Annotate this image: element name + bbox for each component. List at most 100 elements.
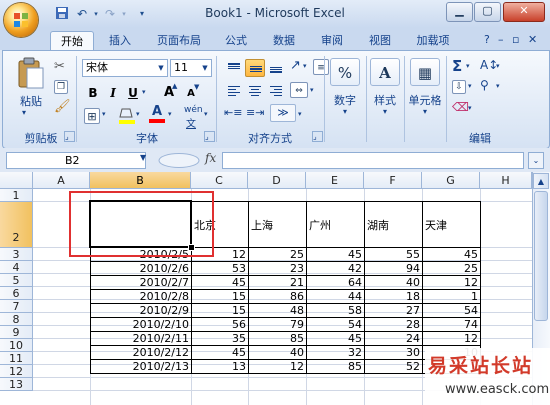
value-cell[interactable]: 58 <box>306 303 365 318</box>
orientation-icon[interactable]: ↗ <box>290 58 301 73</box>
orientation-dropdown-icon[interactable]: ▾ <box>303 62 307 70</box>
underline-button[interactable]: U <box>124 84 142 102</box>
align-right-button[interactable] <box>266 82 286 100</box>
paste-dropdown-icon[interactable]: ▾ <box>22 108 26 117</box>
workbook-close-icon[interactable]: ✕ <box>528 33 537 46</box>
value-cell[interactable]: 23 <box>248 261 307 276</box>
align-bottom-button[interactable] <box>266 59 286 77</box>
clear-icon[interactable]: ⌫ <box>452 100 469 114</box>
value-cell[interactable]: 32 <box>306 345 365 360</box>
row-header-9[interactable]: 9 <box>0 326 33 339</box>
text-direction-icon[interactable]: ≫ <box>270 104 296 122</box>
column-header-d[interactable]: D <box>248 172 306 189</box>
decrease-indent-icon[interactable]: ⇤≡ <box>224 106 242 119</box>
cells-button-label[interactable]: 单元格 <box>404 92 446 108</box>
select-all-corner[interactable] <box>0 172 33 189</box>
text-direction-dropdown-icon[interactable]: ▾ <box>298 110 302 118</box>
scroll-up-icon[interactable]: ▲ <box>533 173 549 189</box>
value-cell[interactable]: 64 <box>306 275 365 290</box>
date-cell[interactable]: 2010/2/6 <box>90 261 192 276</box>
date-cell[interactable]: 2010/2/10 <box>90 317 192 332</box>
find-select-icon[interactable]: ⚲ <box>480 78 489 92</box>
row-header-13[interactable]: 13 <box>0 378 33 391</box>
value-cell[interactable]: 1 <box>422 289 481 304</box>
italic-button[interactable]: I <box>104 84 122 102</box>
bold-button[interactable]: B <box>84 84 102 102</box>
column-header-h[interactable]: H <box>480 172 532 189</box>
insert-function-button[interactable]: fx <box>205 151 216 165</box>
number-button-label[interactable]: 数字 <box>326 92 364 108</box>
value-cell[interactable]: 42 <box>306 261 365 276</box>
workbook-minimize-icon[interactable]: – <box>498 33 504 46</box>
value-cell[interactable]: 45 <box>191 275 249 290</box>
maximize-button[interactable]: ▢ <box>474 2 501 22</box>
value-cell[interactable]: 45 <box>191 345 249 360</box>
value-cell[interactable]: 12 <box>422 331 481 346</box>
row-header-2[interactable]: 2 <box>0 202 33 248</box>
value-cell[interactable]: 56 <box>191 317 249 332</box>
alignment-dialog-launcher-icon[interactable]: ⌟ <box>312 131 323 142</box>
formula-input[interactable] <box>222 152 524 169</box>
tab-home[interactable]: 开始 <box>50 31 94 51</box>
copy-icon[interactable]: ❐ <box>54 79 68 94</box>
value-cell[interactable]: 53 <box>191 261 249 276</box>
value-cell[interactable]: 74 <box>422 317 481 332</box>
column-header-a[interactable]: A <box>33 172 90 189</box>
expand-formula-bar-icon[interactable]: ⌄ <box>528 152 544 169</box>
value-cell[interactable]: 45 <box>422 247 481 262</box>
tab-view[interactable]: 视图 <box>360 31 400 50</box>
column-header-b[interactable]: B <box>90 172 191 189</box>
date-cell[interactable]: 2010/2/11 <box>90 331 192 346</box>
row-header-6[interactable]: 6 <box>0 287 33 300</box>
date-cell[interactable]: 2010/2/7 <box>90 275 192 290</box>
cells-dropdown-icon[interactable]: ▾ <box>404 107 446 116</box>
value-cell[interactable]: 18 <box>364 289 423 304</box>
autosum-dropdown-icon[interactable]: ▾ <box>466 62 470 70</box>
value-cell[interactable]: 27 <box>364 303 423 318</box>
value-cell[interactable]: 24 <box>364 331 423 346</box>
value-cell[interactable]: 25 <box>422 261 481 276</box>
row-header-5[interactable]: 5 <box>0 274 33 287</box>
fill-icon[interactable]: ⇩ <box>452 79 466 94</box>
value-cell[interactable]: 12 <box>248 359 307 374</box>
column-header-c[interactable]: C <box>191 172 248 189</box>
value-cell[interactable]: 48 <box>248 303 307 318</box>
office-button[interactable] <box>4 3 38 37</box>
minimize-button[interactable]: ▁ <box>446 2 473 22</box>
chevron-down-icon[interactable]: ▼ <box>156 61 166 75</box>
styles-button-label[interactable]: 样式 <box>366 92 404 108</box>
borders-dropdown-icon[interactable]: ▾ <box>102 110 106 118</box>
value-cell[interactable]: 55 <box>364 247 423 262</box>
value-cell[interactable]: 44 <box>306 289 365 304</box>
value-cell[interactable]: 35 <box>191 331 249 346</box>
tab-insert[interactable]: 插入 <box>100 31 140 50</box>
clear-dropdown-icon[interactable]: ▾ <box>468 104 472 112</box>
header-cell[interactable]: 广州 <box>306 201 365 248</box>
date-cell[interactable]: 2010/2/12 <box>90 345 192 360</box>
value-cell[interactable]: 28 <box>364 317 423 332</box>
header-cell[interactable]: 湖南 <box>364 201 423 248</box>
name-box[interactable]: B2 <box>6 152 146 169</box>
header-cell[interactable]: 天津 <box>422 201 481 248</box>
row-header-7[interactable]: 7 <box>0 300 33 313</box>
borders-icon[interactable]: ⊞ <box>84 108 100 124</box>
styles-icon[interactable]: A <box>370 58 400 86</box>
tab-review[interactable]: 审阅 <box>312 31 352 50</box>
format-painter-icon[interactable]: 🖌 <box>54 99 71 114</box>
align-middle-button[interactable] <box>245 59 265 77</box>
value-cell[interactable]: 40 <box>364 275 423 290</box>
phonetic-dropdown-icon[interactable]: ▾ <box>204 110 208 118</box>
cells-icon[interactable]: ▦ <box>410 58 440 86</box>
fill-color-icon[interactable] <box>118 106 136 126</box>
value-cell[interactable]: 79 <box>248 317 307 332</box>
font-size-combo[interactable]: 11 ▼ <box>170 59 212 77</box>
value-cell[interactable]: 25 <box>248 247 307 262</box>
name-box-dropdown-icon[interactable]: ▼ <box>140 153 146 162</box>
value-cell[interactable]: 52 <box>364 359 423 374</box>
value-cell[interactable]: 86 <box>248 289 307 304</box>
font-name-combo[interactable]: 宋体 ▼ <box>82 59 168 77</box>
tab-data[interactable]: 数据 <box>264 31 304 50</box>
align-center-button[interactable] <box>245 82 265 100</box>
value-cell[interactable]: 40 <box>248 345 307 360</box>
styles-dropdown-icon[interactable]: ▾ <box>366 107 404 116</box>
